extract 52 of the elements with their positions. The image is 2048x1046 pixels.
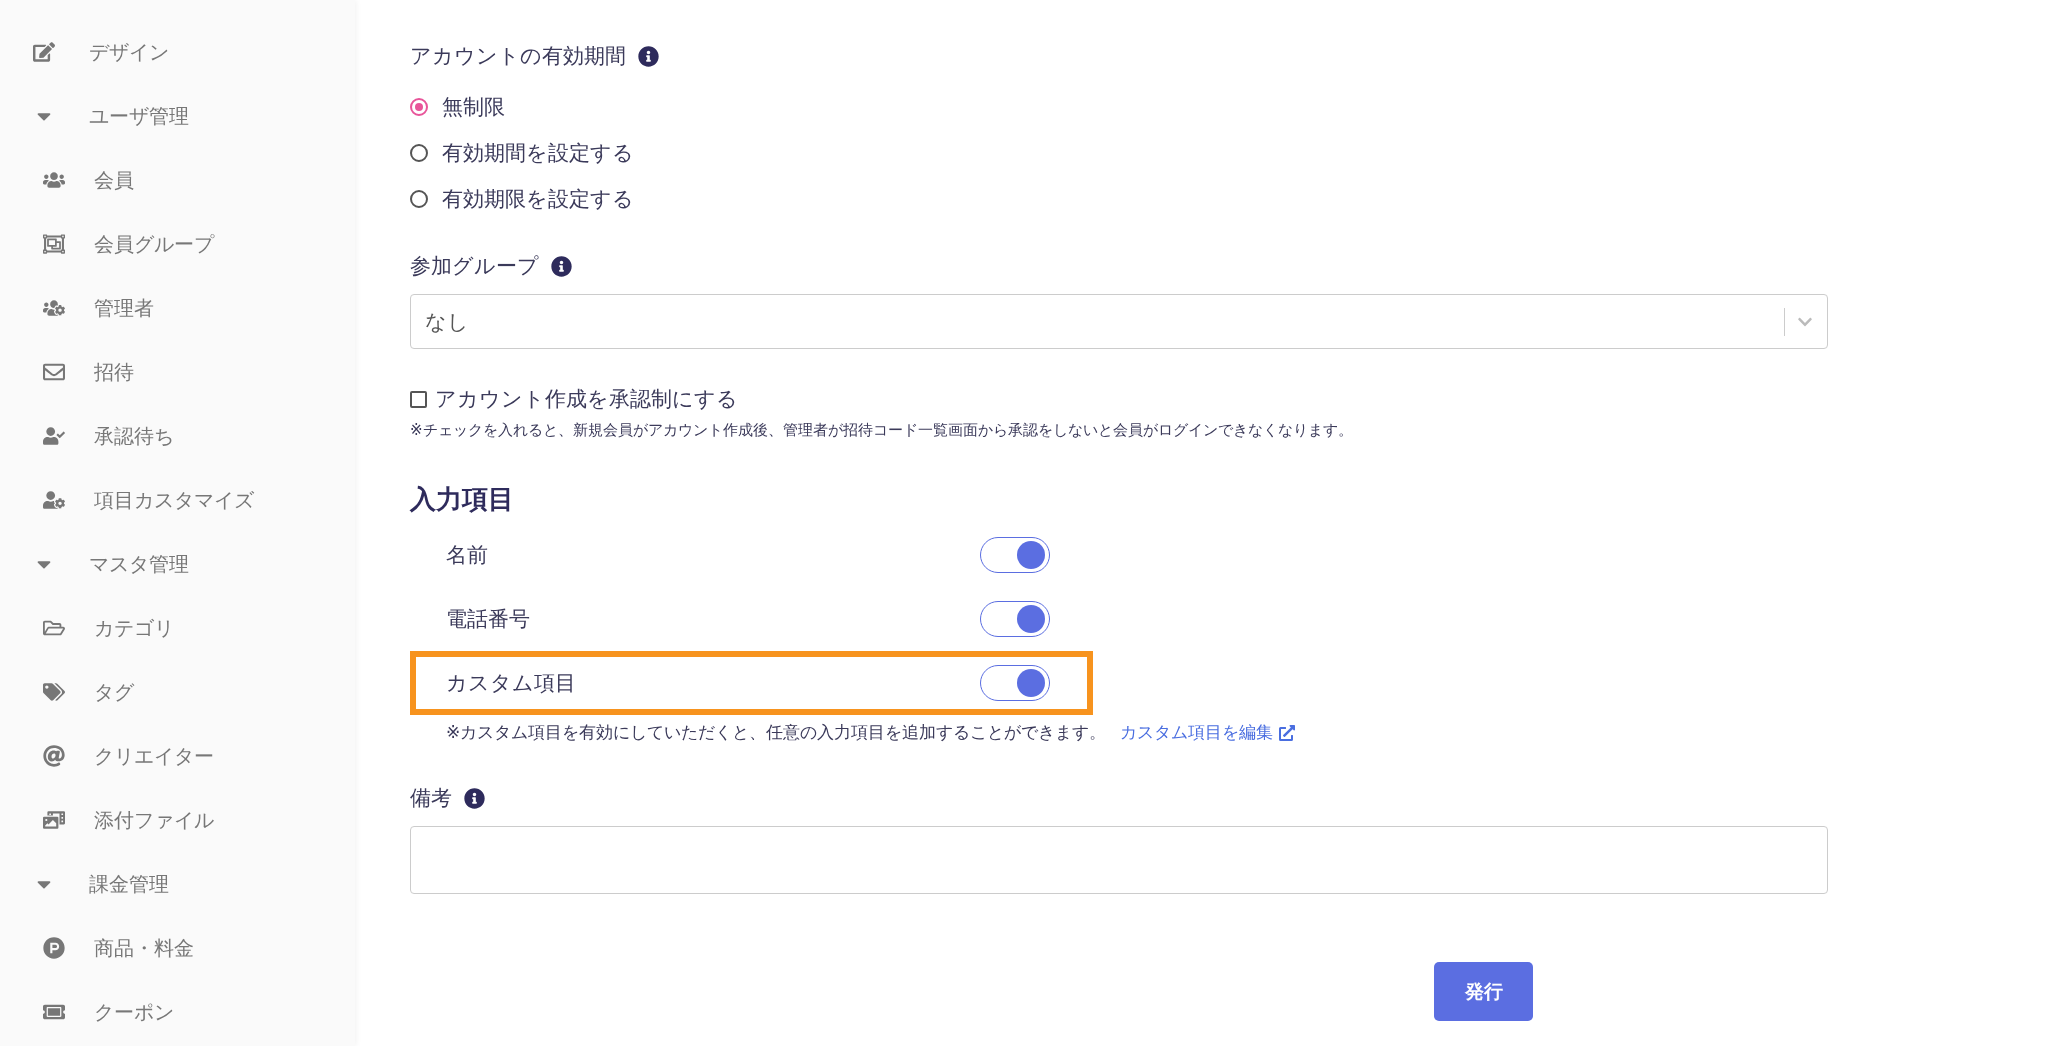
section-heading: 入力項目 — [410, 483, 515, 516]
external-link-icon — [1279, 724, 1296, 741]
checkbox[interactable] — [410, 390, 427, 408]
sidebar-item[interactable]: クリエイター — [94, 742, 214, 770]
help-text: ※チェックを入れると、新規会員がアカウント作成後、管理者が招待コード一覧画面から承認をしないと会員がログインできなくなります。 — [410, 421, 1354, 440]
sidebar-section[interactable]: マスタ管理 — [89, 550, 189, 578]
tags-icon — [42, 681, 66, 703]
sidebar-item[interactable]: 商品・料金 — [94, 934, 194, 962]
parking-icon — [42, 937, 66, 959]
field-name: 電話番号 — [446, 606, 531, 633]
group-select[interactable]: なし — [410, 294, 1828, 349]
images-icon — [42, 809, 66, 831]
radio-label[interactable]: 有効期限を設定する — [442, 185, 634, 213]
radio-button[interactable] — [410, 98, 428, 116]
users-icon — [42, 169, 66, 191]
field-name: カスタム項目 — [446, 670, 577, 697]
info-icon[interactable] — [464, 787, 485, 809]
field-name: 名前 — [446, 542, 489, 569]
sidebar-item[interactable]: 添付ファイル — [94, 806, 214, 834]
user-check-icon — [42, 425, 66, 447]
field-label: 参加グループ — [410, 253, 539, 280]
sidebar-item[interactable]: 承認待ち — [94, 422, 174, 450]
sidebar-item[interactable]: 管理者 — [94, 294, 154, 322]
sidebar-item[interactable]: クーポン — [94, 998, 174, 1026]
sidebar-item[interactable]: タグ — [94, 678, 134, 706]
envelope-icon — [42, 361, 66, 383]
sidebar-item[interactable]: カテゴリ — [94, 614, 174, 642]
sidebar-item[interactable]: 会員グループ — [94, 230, 214, 258]
radio-label[interactable]: 無制限 — [442, 93, 505, 121]
sidebar-section[interactable]: 課金管理 — [89, 870, 169, 898]
sidebar-item[interactable]: 項目カスタマイズ — [94, 486, 254, 514]
field-label: 備考 — [410, 785, 452, 812]
at-sign-icon — [42, 745, 66, 767]
user-gear-icon — [42, 489, 66, 511]
radio-button[interactable] — [410, 144, 428, 162]
radio-button[interactable] — [410, 190, 428, 208]
sidebar-item[interactable]: デザイン — [89, 38, 169, 66]
remarks-field[interactable] — [410, 826, 1828, 894]
info-icon[interactable] — [638, 45, 659, 67]
sidebar-section[interactable]: ユーザ管理 — [89, 102, 189, 130]
edit-link[interactable]: カスタム項目を編集 — [1120, 721, 1296, 744]
group-icon — [42, 233, 66, 255]
field-label: アカウントの有効期間 — [410, 43, 626, 70]
edit-icon — [32, 41, 56, 63]
users-gear-icon — [42, 297, 66, 319]
submit-button[interactable]: 発行 — [1434, 962, 1533, 1021]
checkbox-label[interactable]: アカウント作成を承認制にする — [435, 385, 738, 413]
radio-label[interactable]: 有効期間を設定する — [442, 139, 634, 167]
sidebar-item[interactable]: 会員 — [94, 166, 134, 194]
sidebar-item[interactable]: 招待 — [94, 358, 134, 386]
help-text: ※カスタム項目を有効にしていただくと、任意の入力項目を追加することができます。 — [446, 721, 1107, 744]
info-icon[interactable] — [551, 255, 572, 277]
